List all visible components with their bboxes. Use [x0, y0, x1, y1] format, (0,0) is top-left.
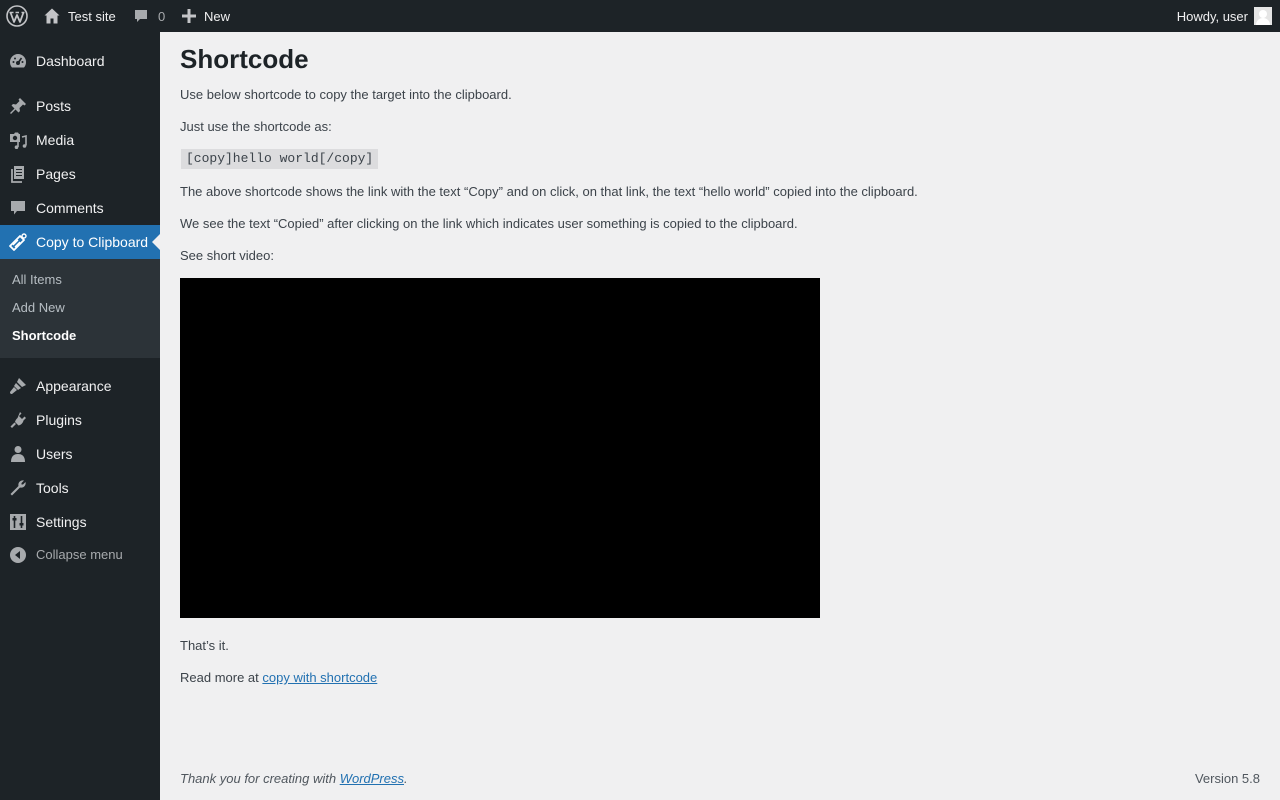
- plus-icon: [182, 9, 196, 23]
- pages-icon: [9, 165, 27, 183]
- submenu-item-all-items[interactable]: All Items: [12, 272, 62, 288]
- sidebar-item-label: Users: [36, 446, 73, 462]
- comments-link[interactable]: 0: [133, 0, 165, 32]
- admin-sidebar: Dashboard Posts Media Pages Comments Cop…: [0, 32, 160, 800]
- sidebar-item-label: Tools: [36, 480, 69, 496]
- copied-note-text: We see the text “Copied” after clicking …: [180, 216, 798, 231]
- collapse-arrow-icon: [10, 547, 26, 563]
- intro-text: Use below shortcode to copy the target i…: [180, 87, 512, 102]
- sidebar-item-plugins[interactable]: Plugins: [0, 403, 160, 437]
- description-text: The above shortcode shows the link with …: [180, 184, 918, 199]
- sidebar-item-label: Comments: [36, 200, 104, 216]
- sidebar-item-label: Settings: [36, 514, 87, 530]
- sidebar-item-copy-to-clipboard[interactable]: Copy to Clipboard: [0, 225, 160, 259]
- footer-thanks-suffix: .: [404, 771, 408, 786]
- sidebar-item-label: Copy to Clipboard: [36, 234, 149, 250]
- paintbrush-icon: [9, 377, 27, 395]
- home-icon: [43, 7, 61, 25]
- media-icon: [9, 131, 27, 149]
- submenu-copy-to-clipboard: All Items Add New Shortcode: [0, 259, 160, 358]
- new-label: New: [204, 8, 231, 24]
- account-menu[interactable]: Howdy, user: [1177, 0, 1272, 32]
- site-name-label: Test site: [68, 8, 116, 24]
- sidebar-item-label: Dashboard: [36, 53, 105, 69]
- sidebar-item-users[interactable]: Users: [0, 437, 160, 471]
- footer-thanks-prefix: Thank you for creating with: [180, 771, 340, 786]
- wrench-icon: [9, 479, 27, 497]
- page-title: Shortcode: [180, 44, 309, 74]
- copy-with-shortcode-link[interactable]: copy with shortcode: [262, 670, 377, 685]
- shortcode-example: [copy]hello world[/copy]: [181, 149, 379, 169]
- collapse-menu-label: Collapse menu: [36, 547, 123, 562]
- dashboard-icon: [9, 52, 27, 70]
- site-name-link[interactable]: Test site: [43, 0, 116, 32]
- sidebar-item-label: Appearance: [36, 378, 112, 394]
- footer-thanks: Thank you for creating with WordPress.: [180, 771, 408, 786]
- comments-count: 0: [158, 8, 166, 24]
- usage-label: Just use the shortcode as:: [180, 119, 332, 134]
- clipboard-icon: [9, 233, 27, 251]
- footer-version: Version 5.8: [1194, 771, 1260, 786]
- video-player[interactable]: [180, 278, 820, 618]
- comment-bubble-icon: [133, 8, 149, 24]
- submenu-item-add-new[interactable]: Add New: [12, 300, 65, 316]
- sidebar-item-dashboard[interactable]: Dashboard: [0, 44, 160, 78]
- read-more-text: Read more at copy with shortcode: [180, 669, 377, 687]
- settings-icon: [9, 513, 27, 531]
- thats-it-text: That’s it.: [180, 638, 229, 653]
- wordpress-logo-icon[interactable]: [6, 0, 28, 32]
- sidebar-item-appearance[interactable]: Appearance: [0, 369, 160, 403]
- sidebar-item-label: Posts: [36, 98, 72, 114]
- sidebar-item-label: Plugins: [36, 412, 82, 428]
- new-content-link[interactable]: New: [182, 0, 230, 32]
- sidebar-item-comments[interactable]: Comments: [0, 191, 160, 225]
- collapse-menu-button[interactable]: Collapse menu: [0, 537, 160, 571]
- howdy-label: Howdy, user: [1176, 8, 1248, 24]
- submenu-item-shortcode[interactable]: Shortcode: [12, 328, 76, 344]
- admin-bar: Test site 0 New Howdy, user: [0, 0, 1280, 32]
- avatar: [1254, 7, 1272, 25]
- user-icon: [9, 445, 27, 463]
- read-more-prefix: Read more at: [180, 670, 263, 685]
- pushpin-icon: [9, 97, 27, 115]
- sidebar-item-label: Pages: [36, 166, 76, 182]
- sidebar-item-tools[interactable]: Tools: [0, 471, 160, 505]
- sidebar-item-pages[interactable]: Pages: [0, 157, 160, 191]
- sidebar-item-label: Media: [36, 132, 75, 148]
- sidebar-item-settings[interactable]: Settings: [0, 505, 160, 539]
- plugin-icon: [9, 411, 27, 429]
- wordpress-link[interactable]: WordPress: [340, 771, 404, 786]
- sidebar-item-media[interactable]: Media: [0, 123, 160, 157]
- video-label: See short video:: [180, 248, 274, 263]
- comment-icon: [9, 199, 27, 217]
- sidebar-item-posts[interactable]: Posts: [0, 89, 160, 123]
